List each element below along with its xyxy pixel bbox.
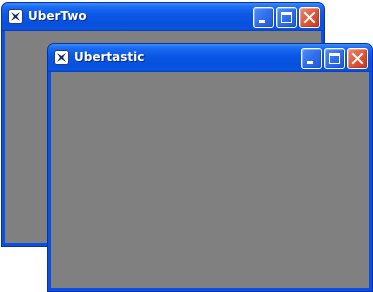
window-title: UberTwo (28, 9, 87, 23)
title-bar[interactable]: UberTwo (2, 3, 324, 31)
maximize-icon (281, 12, 292, 23)
minimize-button[interactable] (301, 48, 322, 69)
window-title: Ubertastic (74, 50, 145, 64)
close-button[interactable] (299, 7, 320, 28)
maximize-button[interactable] (276, 7, 297, 28)
minimize-icon (307, 61, 313, 64)
close-icon (351, 52, 364, 65)
window-client-area[interactable] (51, 72, 369, 288)
app-star-icon[interactable] (54, 50, 69, 65)
title-bar-buttons (301, 48, 368, 69)
minimize-button[interactable] (253, 7, 274, 28)
close-button[interactable] (347, 48, 368, 69)
title-bar[interactable]: Ubertastic (48, 44, 372, 72)
window-ubertastic[interactable]: Ubertastic (47, 43, 373, 292)
minimize-icon (259, 20, 265, 23)
title-bar-buttons (253, 7, 320, 28)
close-icon (303, 11, 316, 24)
app-star-icon[interactable] (8, 9, 23, 24)
maximize-icon (329, 53, 340, 64)
maximize-button[interactable] (324, 48, 345, 69)
